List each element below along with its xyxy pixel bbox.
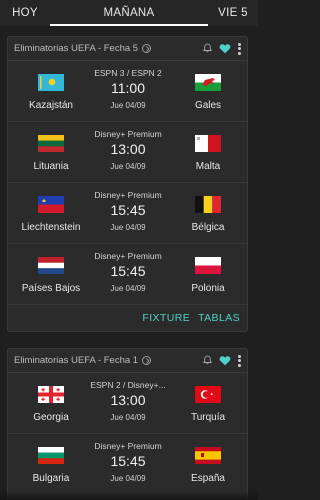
more-vert-icon[interactable] <box>237 42 241 55</box>
match-time: 13:00 <box>110 141 146 157</box>
georgia-flag-icon <box>38 386 64 403</box>
fixture-link[interactable]: FIXTURE <box>142 312 190 324</box>
tv-channel: ESPN 2 / Disney+... <box>90 380 166 390</box>
away-team-name: Bélgica <box>191 222 225 233</box>
tv-channel: Disney+ Premium <box>94 190 162 200</box>
tv-channel: Disney+ Premium <box>94 129 162 139</box>
card-header: Eliminatorias UEFA - Fecha 1 <box>8 349 247 373</box>
away-team-name: Polonia <box>191 283 225 294</box>
tab-manana[interactable]: MAÑANA <box>50 0 208 26</box>
kazakhstan-flag-icon <box>38 74 64 91</box>
match-time: 15:45 <box>110 202 146 218</box>
date-tabs: HOY MAÑANA VIE 5 <box>0 0 258 26</box>
match-time: 15:45 <box>110 453 146 469</box>
tab-vie-5[interactable]: VIE 5 <box>208 0 258 26</box>
match-time: 11:00 <box>111 80 145 96</box>
poland-flag-icon <box>195 257 221 274</box>
competition-title[interactable]: Eliminatorias UEFA - Fecha 5 <box>14 43 138 54</box>
competition-card-fecha-1: Eliminatorias UEFA - Fecha 1 Georgia ESP… <box>7 348 248 500</box>
liechtenstein-flag-icon <box>38 196 64 213</box>
match-time: 13:00 <box>110 392 146 408</box>
bulgaria-flag-icon <box>38 447 64 464</box>
tablas-link[interactable]: TABLAS <box>198 312 240 324</box>
match-row[interactable]: Lituania Disney+ Premium 13:00 Jue 04/09… <box>8 122 247 183</box>
malta-flag-icon <box>195 135 221 152</box>
bottom-fade <box>0 490 258 500</box>
match-time: 15:45 <box>110 263 146 279</box>
tv-channel: Disney+ Premium <box>94 441 162 451</box>
chevron-right-icon[interactable] <box>142 44 152 53</box>
spain-flag-icon <box>195 447 221 464</box>
card-header: Eliminatorias UEFA - Fecha 5 <box>8 37 247 61</box>
away-team-name: España <box>191 473 225 484</box>
belgium-flag-icon <box>195 196 221 213</box>
tv-channel: ESPN 3 / ESPN 2 <box>94 68 162 78</box>
competition-title[interactable]: Eliminatorias UEFA - Fecha 1 <box>14 355 138 366</box>
netherlands-flag-icon <box>38 257 64 274</box>
competition-card-fecha-5: Eliminatorias UEFA - Fecha 5 Kazajstán E… <box>7 36 248 332</box>
away-team-name: Gales <box>194 100 222 111</box>
heart-icon[interactable] <box>219 355 231 366</box>
wales-flag-icon <box>195 74 221 91</box>
away-team-name: Malta <box>195 161 221 172</box>
more-vert-icon[interactable] <box>237 354 241 367</box>
match-row[interactable]: Liechtenstein Disney+ Premium 15:45 Jue … <box>8 183 247 244</box>
tv-channel: Disney+ Premium <box>94 251 162 261</box>
chevron-right-icon[interactable] <box>142 356 152 365</box>
card-footer: FIXTURE TABLAS <box>8 305 247 331</box>
away-team-name: Turquía <box>190 412 226 423</box>
heart-icon[interactable] <box>219 43 231 54</box>
bell-icon[interactable] <box>202 355 213 366</box>
turkey-flag-icon <box>195 386 221 403</box>
match-row[interactable]: Georgia ESPN 2 / Disney+... 13:00 Jue 04… <box>8 373 247 434</box>
match-row[interactable]: Países Bajos Disney+ Premium 15:45 Jue 0… <box>8 244 247 305</box>
match-row[interactable]: Bulgaria Disney+ Premium 15:45 Jue 04/09… <box>8 434 247 495</box>
match-row[interactable]: Kazajstán ESPN 3 / ESPN 2 11:00 Jue 04/0… <box>8 61 247 122</box>
bell-icon[interactable] <box>202 43 213 54</box>
tab-hoy[interactable]: HOY <box>0 0 50 26</box>
lithuania-flag-icon <box>38 135 64 152</box>
